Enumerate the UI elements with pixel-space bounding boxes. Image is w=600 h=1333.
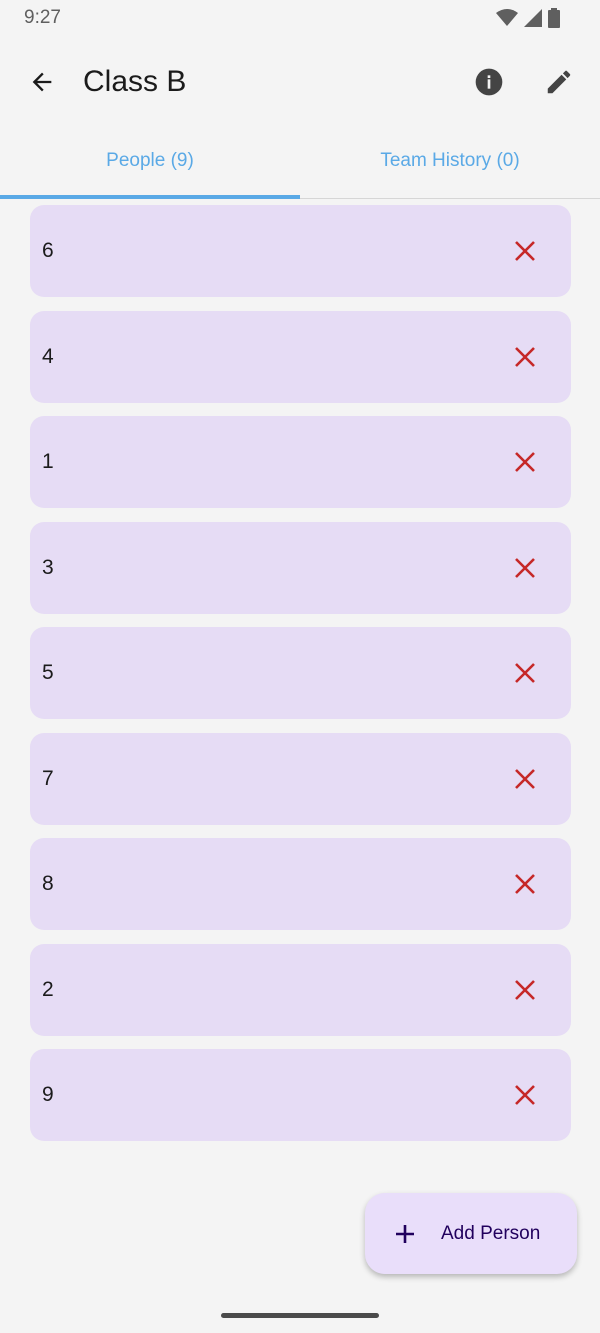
tab-team-history[interactable]: Team History (0) bbox=[300, 124, 600, 198]
person-name: 1 bbox=[42, 450, 54, 473]
remove-person-button[interactable] bbox=[509, 763, 541, 795]
remove-person-button[interactable] bbox=[509, 974, 541, 1006]
remove-person-button[interactable] bbox=[509, 446, 541, 478]
app-bar: Class B bbox=[0, 40, 600, 124]
person-name: 5 bbox=[42, 661, 54, 684]
list-item[interactable]: 9 bbox=[30, 1049, 571, 1141]
person-name: 6 bbox=[42, 239, 54, 262]
close-icon bbox=[515, 979, 535, 1000]
pencil-icon bbox=[547, 70, 571, 94]
remove-person-button[interactable] bbox=[509, 552, 541, 584]
close-icon bbox=[515, 874, 535, 894]
close-icon bbox=[515, 241, 535, 261]
tab-bar: People (9) Team History (0) bbox=[0, 124, 600, 199]
tab-indicator bbox=[0, 195, 300, 199]
close-icon bbox=[515, 768, 535, 789]
person-name: 2 bbox=[42, 977, 54, 1001]
remove-person-button[interactable] bbox=[509, 341, 541, 373]
status-icons bbox=[496, 8, 560, 28]
close-icon bbox=[515, 346, 535, 367]
list-item[interactable]: 1 bbox=[30, 416, 571, 508]
close-icon bbox=[515, 663, 535, 683]
person-name: 8 bbox=[42, 872, 54, 895]
person-name: 7 bbox=[42, 766, 54, 790]
status-time: 9:27 bbox=[24, 7, 61, 28]
signal-icon bbox=[524, 9, 542, 27]
remove-person-button[interactable] bbox=[509, 1079, 541, 1111]
info-icon bbox=[475, 68, 503, 96]
back-button[interactable] bbox=[22, 62, 62, 102]
list-item[interactable]: 6 bbox=[30, 205, 571, 297]
person-name: 9 bbox=[42, 1083, 54, 1106]
status-bar: 9:27 bbox=[0, 0, 600, 40]
page-title: Class B bbox=[83, 65, 187, 98]
battery-icon bbox=[548, 8, 560, 28]
tab-people[interactable]: People (9) bbox=[0, 124, 300, 198]
wifi-icon bbox=[496, 9, 518, 26]
close-icon bbox=[515, 557, 535, 578]
close-icon bbox=[515, 452, 535, 472]
list-item[interactable]: 4 bbox=[30, 310, 571, 403]
remove-person-button[interactable] bbox=[509, 657, 541, 689]
add-person-label: Add Person bbox=[441, 1222, 541, 1244]
info-button[interactable] bbox=[469, 62, 509, 102]
list-item[interactable]: 7 bbox=[30, 732, 571, 825]
person-name: 3 bbox=[42, 555, 54, 579]
remove-person-button[interactable] bbox=[509, 235, 541, 267]
home-indicator[interactable] bbox=[221, 1313, 379, 1318]
list-item[interactable]: 8 bbox=[30, 838, 571, 930]
remove-person-button[interactable] bbox=[509, 868, 541, 900]
edit-button[interactable] bbox=[539, 62, 579, 102]
arrow-left-icon bbox=[32, 72, 52, 92]
list-item[interactable]: 5 bbox=[30, 627, 571, 719]
add-person-button[interactable]: Add Person bbox=[365, 1193, 577, 1274]
list-item[interactable]: 3 bbox=[30, 521, 571, 614]
list-item[interactable]: 2 bbox=[30, 943, 571, 1036]
plus-icon bbox=[393, 1222, 417, 1246]
people-list: 6 4 1 3 5 7 8 2 9 bbox=[30, 205, 571, 1155]
close-icon bbox=[515, 1085, 535, 1105]
person-name: 4 bbox=[42, 344, 54, 368]
